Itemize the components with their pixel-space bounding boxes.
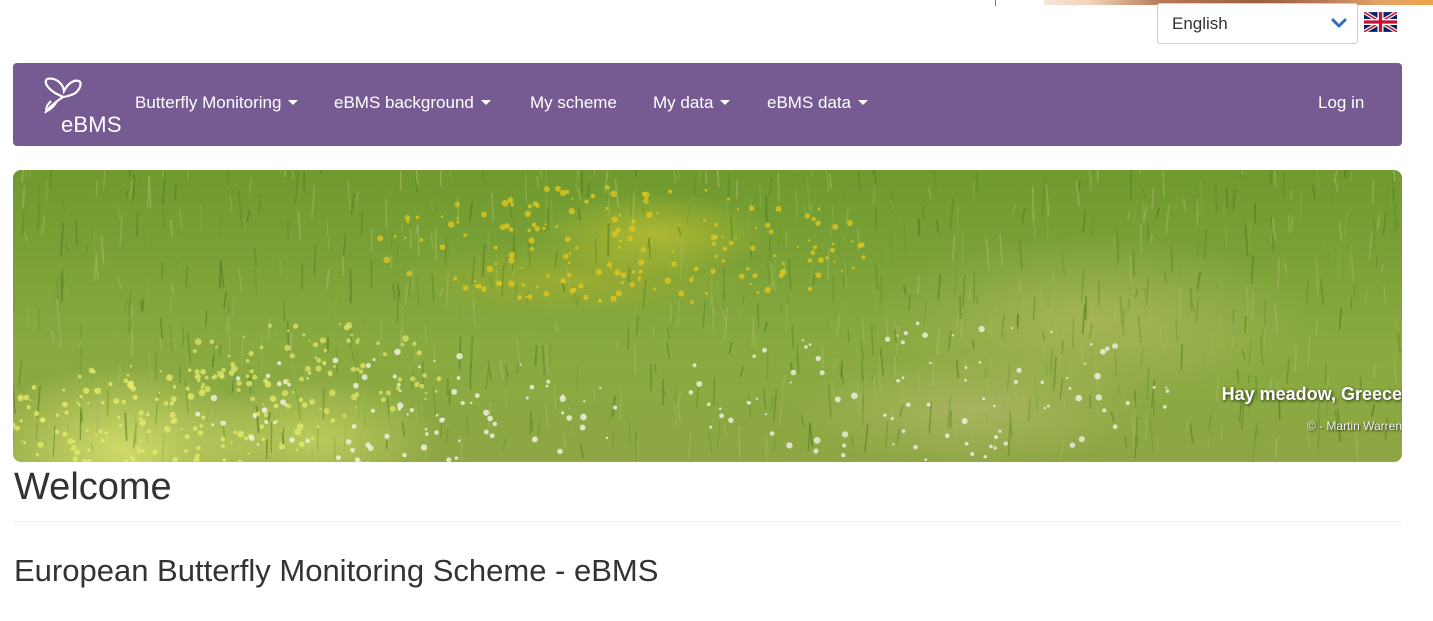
nav-label: eBMS data [767, 93, 852, 112]
nav-my-data[interactable]: My data [653, 93, 731, 113]
meadow-image [13, 170, 1402, 462]
nav-ebms-data[interactable]: eBMS data [767, 93, 869, 113]
caret-down-icon [720, 100, 731, 105]
language-selected-value: English [1172, 14, 1228, 33]
caret-down-icon [288, 100, 299, 105]
login-link[interactable]: Log in [1318, 93, 1364, 113]
page-title: Welcome [14, 466, 172, 508]
butterfly-icon [44, 77, 82, 114]
nav-butterfly-monitoring[interactable]: Butterfly Monitoring [135, 93, 299, 113]
caret-down-icon [858, 100, 869, 105]
nav-ebms-background[interactable]: eBMS background [334, 93, 491, 113]
caret-down-icon [480, 100, 491, 105]
login-label: Log in [1318, 93, 1365, 112]
brand-text: eBMS [61, 112, 122, 137]
nav-label: My scheme [530, 93, 617, 112]
hero-caption-credit: © - Martin Warren [1306, 419, 1402, 433]
brand-logo[interactable]: eBMS [27, 71, 122, 141]
top-strip-tick [995, 0, 996, 6]
language-select[interactable]: English [1157, 3, 1358, 44]
nav-my-scheme[interactable]: My scheme [530, 93, 617, 113]
nav-label: eBMS background [334, 93, 474, 112]
hero-caption-title: Hay meadow, Greece [1221, 384, 1402, 404]
uk-flag-icon[interactable] [1364, 12, 1397, 32]
hero-banner: Hay meadow, Greece © - Martin Warren [13, 170, 1402, 462]
chevron-down-icon [1331, 18, 1347, 28]
nav-label: My data [653, 93, 714, 112]
page-subtitle: European Butterfly Monitoring Scheme - e… [14, 553, 659, 588]
nav-label: Butterfly Monitoring [135, 93, 282, 112]
title-divider [13, 521, 1402, 522]
main-navbar: eBMS Butterfly Monitoring eBMS backgroun… [13, 63, 1402, 146]
